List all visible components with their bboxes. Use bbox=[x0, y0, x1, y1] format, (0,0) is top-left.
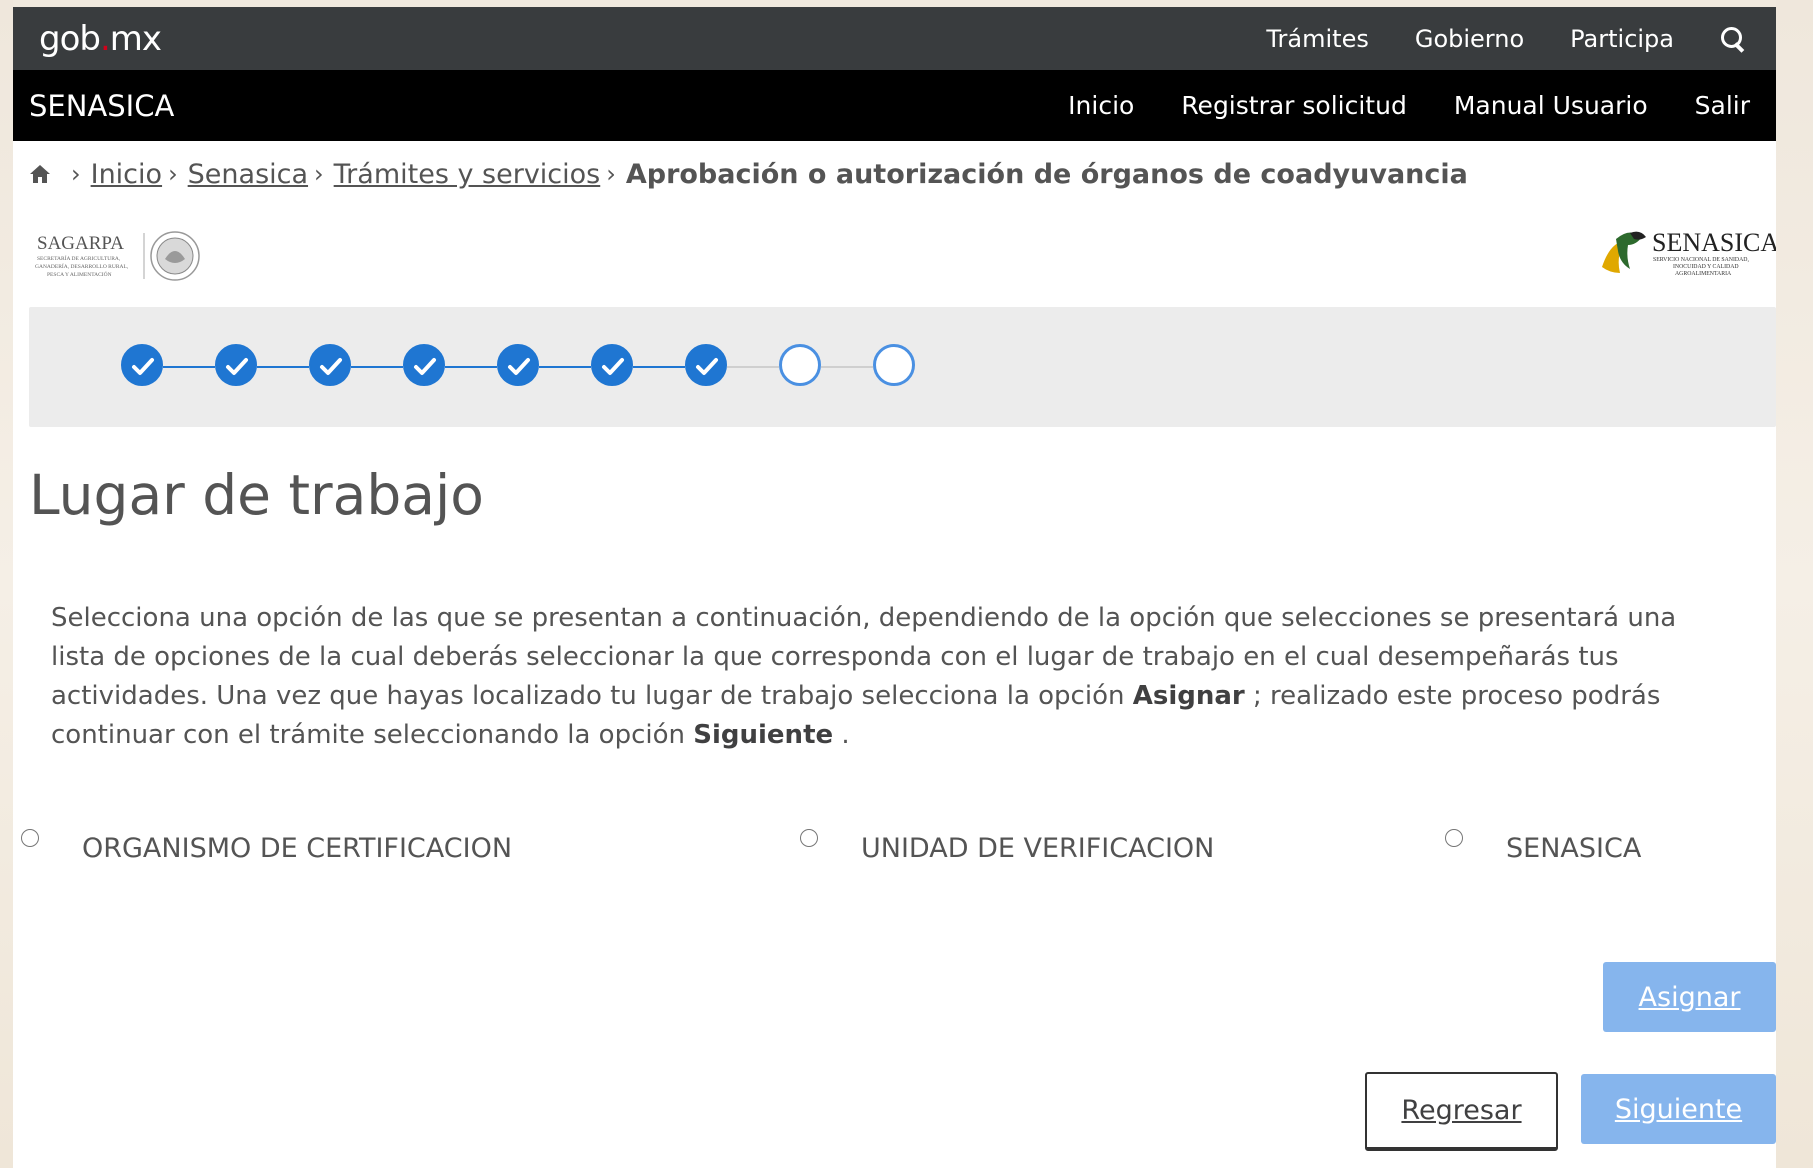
nav-inicio[interactable]: Inicio bbox=[1068, 91, 1134, 120]
radio-button[interactable] bbox=[800, 829, 818, 847]
step-pending bbox=[779, 344, 821, 386]
svg-text:SERVICIO NACIONAL DE SANIDAD,: SERVICIO NACIONAL DE SANIDAD, bbox=[1653, 257, 1749, 263]
page-background-left bbox=[0, 0, 13, 1168]
page-background-top bbox=[0, 0, 1813, 7]
breadcrumb-tramites[interactable]: Trámites y servicios bbox=[334, 159, 601, 190]
chevron-right-icon: › bbox=[71, 160, 81, 188]
svg-text:SAGARPA: SAGARPA bbox=[37, 233, 124, 254]
nav-registrar-solicitud[interactable]: Registrar solicitud bbox=[1181, 91, 1407, 120]
sagarpa-logo: SAGARPA SECRETARÍA DE AGRICULTURA, GANAD… bbox=[35, 231, 200, 281]
page-title: Lugar de trabajo bbox=[29, 463, 484, 527]
progress-stepper bbox=[29, 307, 1776, 427]
step-complete bbox=[309, 344, 351, 386]
radio-unidad-verificacion[interactable]: UNIDAD DE VERIFICACION bbox=[800, 825, 1214, 864]
breadcrumb-inicio[interactable]: Inicio bbox=[91, 159, 162, 190]
gov-nav: Trámites Gobierno Participa bbox=[1266, 25, 1746, 53]
gov-nav-participa[interactable]: Participa bbox=[1570, 25, 1674, 53]
svg-text:INOCUIDAD Y CALIDAD: INOCUIDAD Y CALIDAD bbox=[1673, 264, 1739, 270]
workplace-options: ORGANISMO DE CERTIFICACION UNIDAD DE VER… bbox=[13, 825, 1776, 885]
site-title[interactable]: SENASICA bbox=[29, 89, 174, 123]
checkmark-icon bbox=[320, 358, 342, 375]
assign-button[interactable]: Asignar bbox=[1603, 962, 1776, 1032]
breadcrumb-senasica[interactable]: Senasica bbox=[188, 159, 308, 190]
search-icon[interactable] bbox=[1720, 26, 1746, 52]
step-connector bbox=[633, 366, 685, 368]
senasica-logo: SENASICA SERVICIO NACIONAL DE SANIDAD, I… bbox=[1602, 228, 1776, 277]
page-container: gob.mx Trámites Gobierno Participa SENAS… bbox=[13, 7, 1776, 1168]
checkmark-icon bbox=[602, 358, 624, 375]
gov-nav-gobierno[interactable]: Gobierno bbox=[1415, 25, 1524, 53]
svg-text:GANADERÍA, DESARROLLO RURAL,: GANADERÍA, DESARROLLO RURAL, bbox=[35, 262, 129, 270]
radio-button[interactable] bbox=[21, 829, 39, 847]
step-connector bbox=[351, 366, 403, 368]
site-nav: Inicio Registrar solicitud Manual Usuari… bbox=[1068, 91, 1750, 120]
checkmark-icon bbox=[414, 358, 436, 375]
svg-text:AGROALIMENTARIA: AGROALIMENTARIA bbox=[1675, 271, 1732, 277]
nav-salir[interactable]: Salir bbox=[1695, 91, 1750, 120]
svg-text:SENASICA: SENASICA bbox=[1652, 228, 1776, 257]
step-connector bbox=[539, 366, 591, 368]
step-complete bbox=[403, 344, 445, 386]
chevron-right-icon: › bbox=[314, 160, 324, 188]
checkmark-icon bbox=[508, 358, 530, 375]
radio-organismo-certificacion[interactable]: ORGANISMO DE CERTIFICACION bbox=[21, 825, 512, 864]
step-complete bbox=[215, 344, 257, 386]
nav-manual-usuario[interactable]: Manual Usuario bbox=[1454, 91, 1648, 120]
radio-senasica[interactable]: SENASICA bbox=[1445, 825, 1641, 864]
step-complete bbox=[121, 344, 163, 386]
step-connector bbox=[821, 366, 873, 368]
checkmark-icon bbox=[132, 358, 154, 375]
step-complete bbox=[497, 344, 539, 386]
step-pending bbox=[873, 344, 915, 386]
breadcrumb-current: Aprobación o autorización de órganos de … bbox=[625, 158, 1468, 190]
page-background-right bbox=[1776, 0, 1813, 1168]
gobmx-logo[interactable]: gob.mx bbox=[39, 19, 162, 59]
step-connector bbox=[257, 366, 309, 368]
back-button[interactable]: Regresar bbox=[1365, 1072, 1558, 1151]
checkmark-icon bbox=[226, 358, 248, 375]
breadcrumb: › Inicio › Senasica › Trámites y servici… bbox=[13, 141, 1776, 207]
svg-text:SECRETARÍA DE AGRICULTURA,: SECRETARÍA DE AGRICULTURA, bbox=[37, 254, 121, 262]
step-connector bbox=[445, 366, 497, 368]
step-connector bbox=[727, 366, 779, 368]
home-icon[interactable] bbox=[29, 164, 51, 184]
gov-nav-tramites[interactable]: Trámites bbox=[1266, 25, 1368, 53]
next-button[interactable]: Siguiente bbox=[1581, 1074, 1776, 1144]
chevron-right-icon: › bbox=[606, 160, 616, 188]
gov-header: gob.mx Trámites Gobierno Participa bbox=[13, 7, 1776, 70]
instructions-text: Selecciona una opción de las que se pres… bbox=[51, 603, 1677, 750]
chevron-right-icon: › bbox=[168, 160, 178, 188]
radio-button[interactable] bbox=[1445, 829, 1463, 847]
checkmark-icon bbox=[696, 358, 718, 375]
step-complete bbox=[685, 344, 727, 386]
svg-text:PESCA Y ALIMENTACIÓN: PESCA Y ALIMENTACIÓN bbox=[47, 270, 112, 278]
logos-row: SAGARPA SECRETARÍA DE AGRICULTURA, GANAD… bbox=[13, 207, 1776, 307]
step-complete bbox=[591, 344, 633, 386]
site-header: SENASICA Inicio Registrar solicitud Manu… bbox=[13, 70, 1776, 141]
step-connector bbox=[163, 366, 215, 368]
